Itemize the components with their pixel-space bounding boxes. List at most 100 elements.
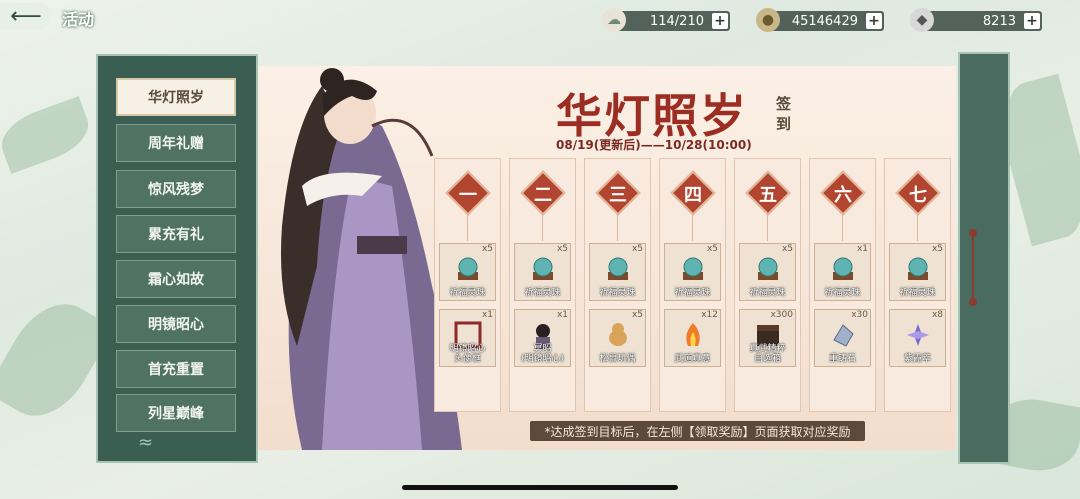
- reward-item[interactable]: x1 冥昭 (明镜昭心): [514, 309, 571, 367]
- arrow-left-icon: ⟵: [10, 3, 42, 29]
- day-badge: 七: [895, 170, 941, 216]
- divider: [842, 215, 843, 241]
- reward-quantity: x12: [701, 310, 718, 320]
- divider: [767, 215, 768, 241]
- reward-quantity: x5: [931, 244, 943, 254]
- jade-counter: ◆ 8213 +: [910, 8, 1042, 32]
- day-column: 四 x5 祈福灵珠 x12 武道真意: [659, 158, 726, 412]
- cloud-icon: ☁: [602, 8, 626, 32]
- event-subtitle: 签到: [776, 95, 792, 133]
- reward-name: 祈福灵珠: [524, 288, 561, 298]
- sidebar-item-anniversary[interactable]: 周年礼赠: [116, 124, 236, 162]
- reward-name: 明镜昭心 头像框: [449, 344, 486, 364]
- day-badge: 三: [595, 170, 641, 216]
- orb-icon: [828, 254, 858, 284]
- ingot-icon: ◆: [910, 8, 934, 32]
- orb-icon: [903, 254, 933, 284]
- day-number: 三: [609, 185, 627, 206]
- reward-icon: [903, 320, 933, 350]
- reward-item[interactable]: x1 明镜昭心 头像框: [439, 309, 496, 367]
- reward-item[interactable]: x5 祈福灵珠: [439, 243, 496, 301]
- reward-name: 祈福灵珠: [749, 288, 786, 298]
- sidebar-item-recharge[interactable]: 累充有礼: [116, 215, 236, 253]
- stamina-value: 114/210: [649, 13, 704, 29]
- scroll-end: [969, 298, 977, 306]
- reward-item[interactable]: x5 松鼠玩偶: [589, 309, 646, 367]
- reward-item[interactable]: x30 重铸石: [814, 309, 871, 367]
- jade-value: 8213: [982, 13, 1016, 29]
- cloud-swirl-icon: ≈: [138, 432, 154, 453]
- day-badge: 五: [745, 170, 791, 216]
- reward-name: 祈福灵珠: [599, 288, 636, 298]
- orb-icon: [678, 254, 708, 284]
- scroll-knob[interactable]: [969, 229, 977, 237]
- reward-name: 真武精粹 自选箱: [749, 344, 786, 364]
- reward-item[interactable]: x5 祈福灵珠: [589, 243, 646, 301]
- reward-name: 祈福灵珠: [824, 288, 861, 298]
- day-badge: 四: [670, 170, 716, 216]
- reward-name: 祈福灵珠: [674, 288, 711, 298]
- reward-name: 祈福灵珠: [449, 288, 486, 298]
- sidebar-item-first-recharge[interactable]: 首充重置: [116, 350, 236, 388]
- sidebar-item-huadeng[interactable]: 华灯照岁: [116, 78, 236, 116]
- orb-icon: [753, 254, 783, 284]
- reward-item[interactable]: x1 祈福灵珠: [814, 243, 871, 301]
- reward-quantity: x5: [781, 244, 793, 254]
- reward-quantity: x5: [631, 310, 643, 320]
- day-number: 七: [909, 185, 927, 206]
- day-number: 二: [534, 185, 552, 206]
- day-badge: 六: [820, 170, 866, 216]
- reward-quantity: x5: [631, 244, 643, 254]
- reward-item[interactable]: x5 祈福灵珠: [739, 243, 796, 301]
- coin-stack-icon: ●: [756, 8, 780, 32]
- day-badge: 二: [520, 170, 566, 216]
- reward-item[interactable]: x5 祈福灵珠: [664, 243, 721, 301]
- day-column: 一 x5 祈福灵珠 x1 明镜昭心 头像框: [434, 158, 501, 412]
- reward-item[interactable]: x8 紫霞萃: [889, 309, 946, 367]
- day-number: 六: [834, 185, 852, 206]
- day-column: 二 x5 祈福灵珠 x1 冥昭 (明镜昭心): [509, 158, 576, 412]
- back-button[interactable]: ⟵: [0, 3, 52, 29]
- sidebar-item-jingfeng[interactable]: 惊风残梦: [116, 170, 236, 208]
- reward-quantity: x5: [556, 244, 568, 254]
- day-column: 六 x1 祈福灵珠 x30 重铸石: [809, 158, 876, 412]
- sidebar-item-liexing[interactable]: 列星巅峰: [116, 394, 236, 432]
- coin-value: 45146429: [791, 13, 858, 29]
- reward-icon: [828, 320, 858, 350]
- home-indicator[interactable]: [402, 485, 678, 490]
- scroll-track[interactable]: [972, 232, 974, 304]
- event-footnote: *达成签到目标后，在左侧【领取奖励】页面获取对应奖励: [530, 421, 865, 441]
- reward-quantity: x30: [851, 310, 868, 320]
- add-jade-button[interactable]: +: [1024, 13, 1040, 29]
- sidebar-item-shuangxin[interactable]: 霜心如故: [116, 260, 236, 298]
- reward-item[interactable]: x5 祈福灵珠: [889, 243, 946, 301]
- add-stamina-button[interactable]: +: [712, 13, 728, 29]
- orb-icon: [603, 254, 633, 284]
- reward-item[interactable]: x12 武道真意: [664, 309, 721, 367]
- reward-quantity: x8: [931, 310, 943, 320]
- reward-icon: [678, 320, 708, 350]
- reward-name: 松鼠玩偶: [599, 354, 636, 364]
- reward-name: 祈福灵珠: [899, 288, 936, 298]
- add-coins-button[interactable]: +: [866, 13, 882, 29]
- reward-quantity: x5: [706, 244, 718, 254]
- day-badge: 一: [445, 170, 491, 216]
- reward-item[interactable]: x5 祈福灵珠: [514, 243, 571, 301]
- day-number: 四: [684, 185, 702, 206]
- right-rail: [958, 52, 1010, 464]
- reward-item[interactable]: x300 真武精粹 自选箱: [739, 309, 796, 367]
- reward-quantity: x1: [481, 310, 493, 320]
- stamina-counter: ☁ 114/210 +: [602, 8, 730, 32]
- reward-name: 冥昭 (明镜昭心): [520, 344, 565, 364]
- reward-quantity: x1: [556, 310, 568, 320]
- reward-quantity: x300: [770, 310, 793, 320]
- divider: [467, 215, 468, 241]
- day-number: 一: [459, 185, 477, 206]
- sidebar-item-mingjing[interactable]: 明镜昭心: [116, 305, 236, 343]
- day-column: 五 x5 祈福灵珠 x300 真武精粹 自选箱: [734, 158, 801, 412]
- divider: [692, 215, 693, 241]
- divider: [917, 215, 918, 241]
- day-column: 七 x5 祈福灵珠 x8 紫霞萃: [884, 158, 951, 412]
- day-column: 三 x5 祈福灵珠 x5 松鼠玩偶: [584, 158, 651, 412]
- reward-name: 重铸石: [828, 354, 856, 364]
